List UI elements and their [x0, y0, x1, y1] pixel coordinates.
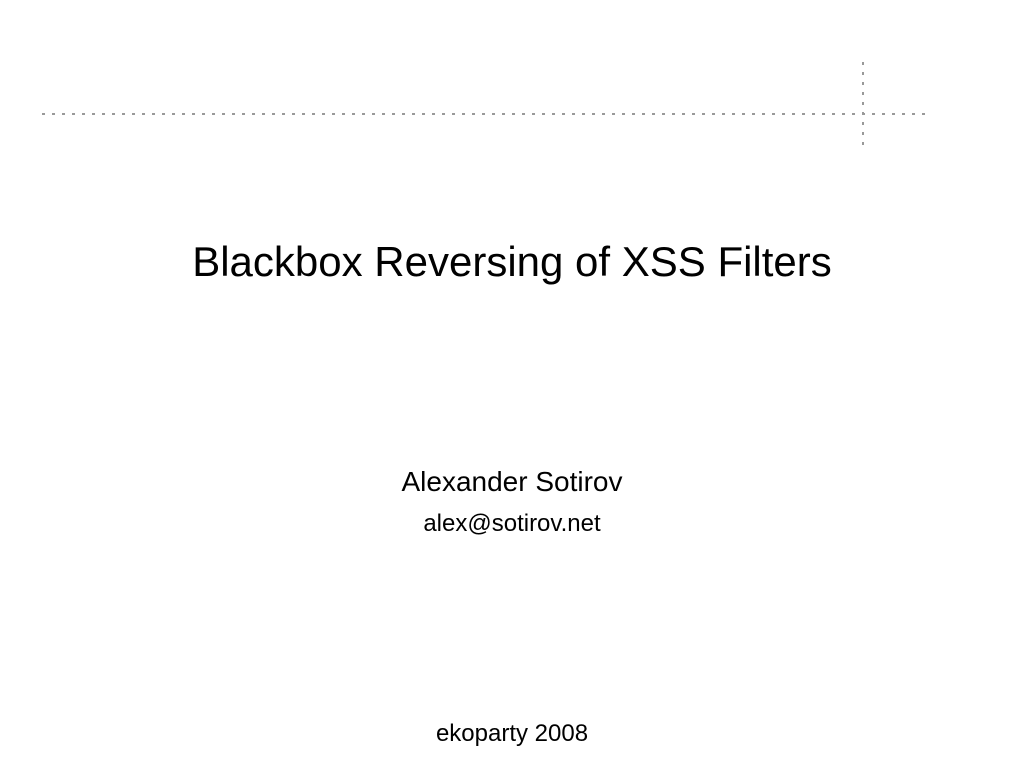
slide-email: alex@sotirov.net [423, 510, 600, 538]
slide-event: ekoparty 2008 [0, 720, 1024, 748]
slide-author: Alexander Sotirov [401, 466, 622, 498]
slide-title: Blackbox Reversing of XSS Filters [192, 238, 832, 286]
slide-content: Blackbox Reversing of XSS Filters Alexan… [0, 0, 1024, 768]
